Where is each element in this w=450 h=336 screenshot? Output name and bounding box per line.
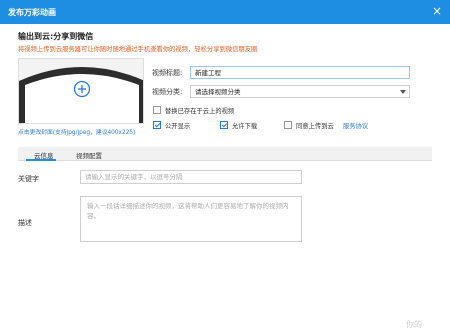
chevron-down-icon (400, 90, 406, 94)
section-heading: 输出到云:分享到微信 (18, 32, 94, 41)
agree-upload-label: 同意上传到云 (296, 123, 334, 130)
agree-upload-checkbox[interactable] (284, 121, 292, 129)
keyword-input[interactable]: 请输入显示的关键字，以逗号分隔 (80, 170, 302, 184)
title-bar: 发布万彩动画 × (0, 0, 450, 24)
keyword-label: 关键字 (18, 175, 39, 183)
replace-label: 替换已存在于云上的视频 (165, 108, 235, 115)
video-category-select[interactable]: 请选择视频分类 (190, 85, 410, 98)
cover-art (19, 59, 143, 123)
tab-video-config[interactable]: 视频配置 (76, 150, 102, 160)
public-checkbox[interactable] (153, 121, 161, 129)
change-cover-link[interactable]: 点击更改封面(支持jpg/jpeg，建议400x225) (18, 127, 135, 136)
video-title-label: 视频标题: (152, 69, 183, 77)
replace-checkbox[interactable] (153, 106, 161, 114)
video-category-label: 视频分类: (152, 88, 183, 96)
public-label: 公开显示 (165, 123, 191, 130)
active-tab-indicator (26, 159, 56, 161)
video-title-input[interactable]: 新建工程 (190, 66, 410, 79)
allow-download-label: 允许下载 (232, 123, 258, 130)
close-icon[interactable]: × (430, 4, 444, 18)
upload-hint: 将视频上传到云服务器可让你随时随地通过手机查看你的视频，轻松分享到微信朋友圈 (18, 46, 258, 53)
window-title: 发布万彩动画 (8, 8, 56, 17)
service-agreement-link[interactable]: 服务协议 (343, 121, 368, 130)
video-category-value: 请选择视频分类 (195, 88, 241, 96)
allow-download-checkbox[interactable] (220, 121, 228, 129)
watermark-text: 你的 (406, 320, 422, 329)
cover-preview[interactable] (18, 58, 144, 124)
description-placeholder: 输入一段话详细描述你的视频，这将帮助人们更容易地了解你的视频内容。 (87, 202, 289, 220)
description-textarea[interactable]: 输入一段话详细描述你的视频，这将帮助人们更容易地了解你的视频内容。 (80, 196, 302, 242)
keyword-placeholder: 请输入显示的关键字，以逗号分隔 (85, 173, 183, 181)
description-label: 描述 (18, 219, 32, 227)
